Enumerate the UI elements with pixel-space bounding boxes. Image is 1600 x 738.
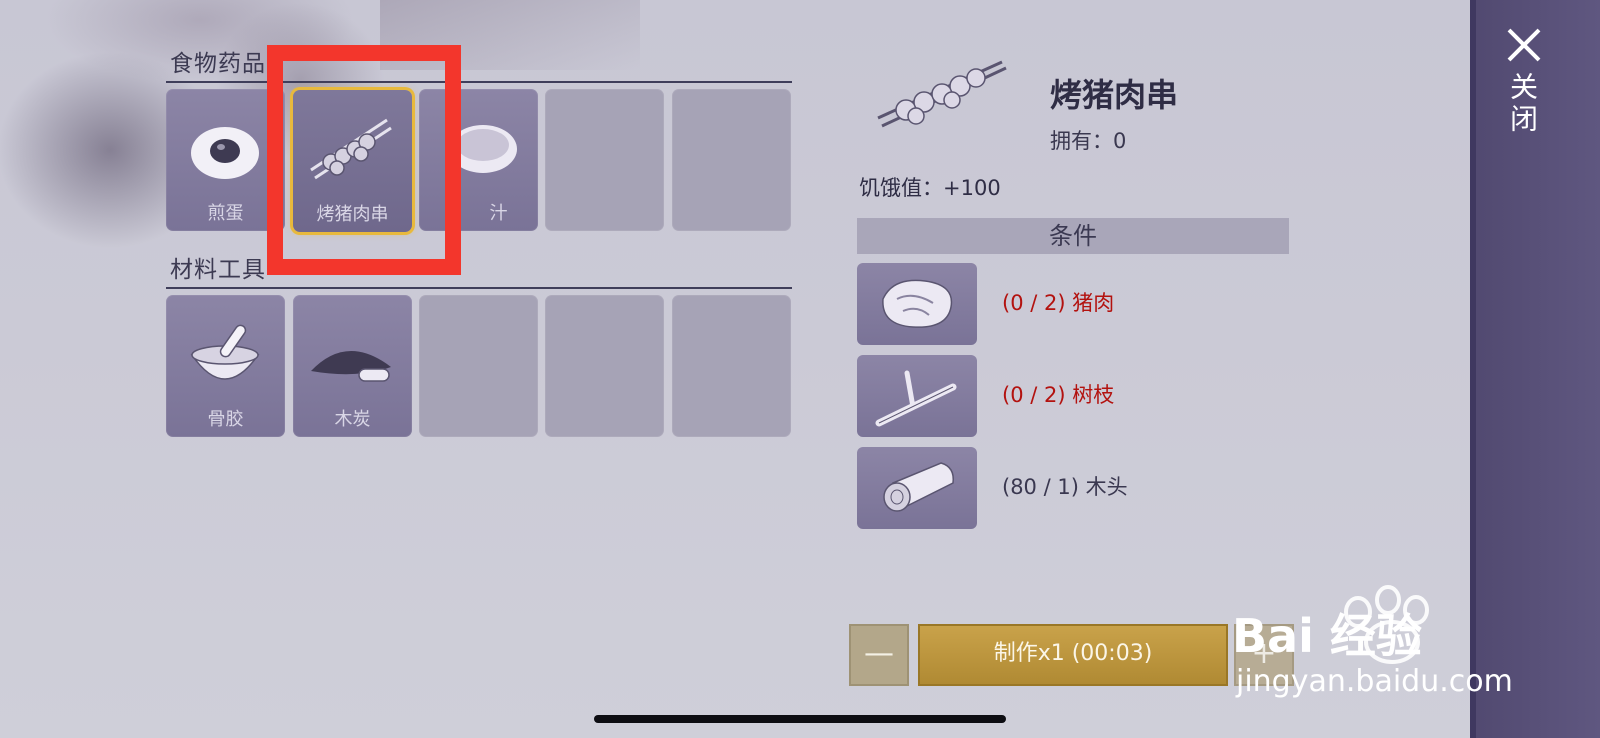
section-divider (166, 81, 792, 83)
mortar-pestle-icon (190, 324, 260, 380)
conditions-header: 条件 (857, 218, 1289, 254)
raw-meat-icon (882, 279, 953, 328)
item-label: 骨胶 (207, 409, 244, 430)
item-name: 烤猪肉串 (1050, 76, 1179, 114)
crafting-screen: 食物药品 煎蛋 烤猪肉串 汁 材料工具 骨胶 木炭 烤猪肉串 拥有：0 饥饿值：… (0, 0, 1600, 738)
owned-count: 拥有：0 (1050, 129, 1127, 153)
hunger-effect: 饥饿值：+100 (859, 176, 1001, 200)
watermark-url: jingyan.baidu.com (1236, 664, 1513, 699)
branch-icon (875, 370, 957, 427)
requirement-slot-wood[interactable] (857, 447, 977, 529)
requirement-slot-pork[interactable] (857, 263, 977, 345)
item-slot-empty[interactable] (419, 295, 538, 437)
item-slot-charcoal[interactable]: 木炭 (293, 295, 412, 437)
item-slot-empty[interactable] (545, 295, 664, 437)
item-slot-empty[interactable] (545, 89, 664, 231)
pork-skewer-icon (877, 60, 1007, 128)
close-icon[interactable] (1505, 26, 1543, 64)
log-icon (883, 462, 954, 512)
requirement-text-branch: (0 / 2) 树枝 (1002, 383, 1115, 407)
item-label: 木炭 (334, 409, 371, 430)
section-divider (166, 287, 792, 289)
watermark-text: Bai 经验 (1232, 609, 1422, 663)
home-indicator[interactable] (594, 715, 1006, 723)
item-label: 汁 (489, 203, 508, 224)
item-slot-empty[interactable] (672, 295, 791, 437)
item-slot-bone-glue[interactable]: 骨胶 (166, 295, 285, 437)
close-button-label[interactable]: 关闭 (1506, 72, 1542, 136)
annotation-highlight-box (267, 45, 461, 275)
charcoal-pile-icon (311, 350, 391, 382)
section-title-food: 食物药品 (170, 51, 266, 77)
requirement-text-pork: (0 / 2) 猪肉 (1002, 291, 1115, 315)
decrease-quantity-button[interactable]: — (849, 624, 909, 686)
craft-button[interactable]: 制作x1 (00:03) (918, 624, 1228, 686)
item-slot-empty[interactable] (672, 89, 791, 231)
requirement-slot-branch[interactable] (857, 355, 977, 437)
requirement-text-wood: (80 / 1) 木头 (1002, 475, 1128, 499)
fried-egg-icon (191, 127, 259, 179)
section-title-materials: 材料工具 (170, 257, 266, 283)
